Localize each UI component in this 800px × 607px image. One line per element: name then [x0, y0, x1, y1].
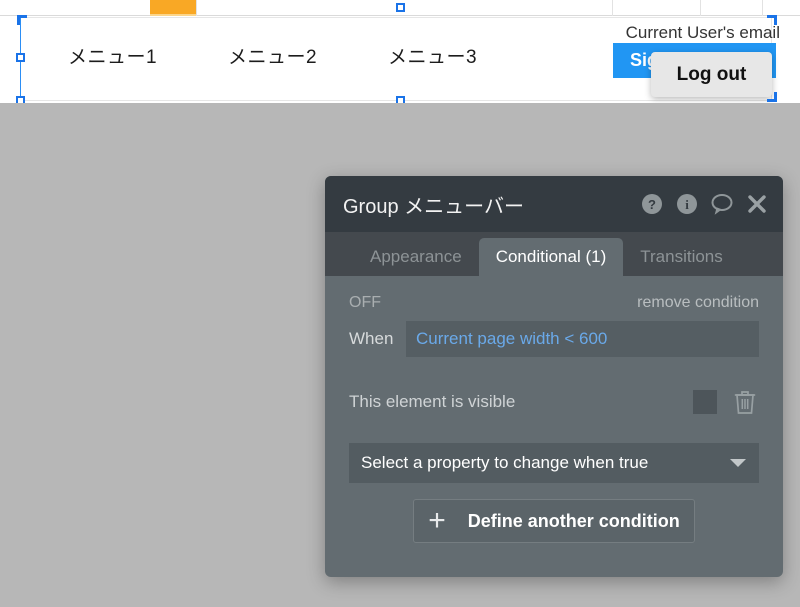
visible-checkbox[interactable]	[693, 390, 717, 414]
canvas-menu-item-3[interactable]: メニュー3	[388, 42, 477, 69]
when-row: When Current page width < 600	[349, 321, 759, 357]
property-select-dropdown[interactable]: Select a property to change when true	[349, 443, 759, 483]
info-icon[interactable]: i	[676, 193, 698, 215]
chevron-down-icon	[730, 459, 746, 467]
screen-root: メニュー1 メニュー2 メニュー3 Current User's email S…	[0, 0, 800, 607]
property-select-label: Select a property to change when true	[361, 453, 649, 472]
help-icon[interactable]: ?	[641, 193, 663, 215]
panel-tabs: Appearance Conditional (1) Transitions	[325, 232, 783, 276]
panel-header-icons: ? i	[641, 193, 767, 215]
remove-condition-link[interactable]: remove condition	[637, 294, 759, 312]
ruler-tick	[612, 0, 613, 16]
design-canvas: メニュー1 メニュー2 メニュー3 Current User's email S…	[0, 0, 800, 105]
when-label: When	[349, 329, 394, 348]
tab-appearance[interactable]: Appearance	[353, 238, 479, 276]
plus-icon: +	[428, 504, 446, 537]
ruler-tick	[762, 0, 763, 16]
visible-property-controls	[693, 389, 757, 415]
visible-property-row: This element is visible	[349, 389, 759, 415]
svg-text:i: i	[685, 197, 689, 212]
tab-transitions[interactable]: Transitions	[623, 238, 740, 276]
selection-handle-top-right[interactable]	[767, 15, 777, 25]
condition-toggle-row: OFF remove condition	[349, 290, 759, 316]
panel-body: OFF remove condition When Current page w…	[325, 276, 783, 577]
logout-popup[interactable]: Log out	[651, 52, 772, 97]
tab-conditional[interactable]: Conditional (1)	[478, 238, 624, 276]
ruler-tick	[196, 0, 197, 16]
comment-icon[interactable]	[711, 193, 734, 215]
define-another-condition-label: Define another condition	[467, 510, 680, 531]
property-editor-panel: Group メニューバー ? i Appearance Conditional …	[325, 176, 783, 577]
panel-header: Group メニューバー ? i	[325, 176, 783, 232]
ruler-tick	[700, 0, 701, 16]
element-marker-underline	[150, 14, 196, 16]
close-icon[interactable]	[747, 194, 767, 214]
selection-handle-bottom-right[interactable]	[767, 92, 777, 102]
visible-property-label: This element is visible	[349, 392, 516, 411]
selection-handle-middle-left[interactable]	[16, 53, 25, 62]
panel-title: Group メニューバー	[343, 195, 524, 218]
canvas-menu-item-2[interactable]: メニュー2	[228, 42, 317, 69]
selection-handle-top-center[interactable]	[396, 3, 405, 12]
selection-handle-top-left[interactable]	[17, 15, 27, 25]
canvas-menu-item-1[interactable]: メニュー1	[68, 42, 157, 69]
condition-state-label[interactable]: OFF	[349, 294, 381, 312]
trash-icon[interactable]	[733, 389, 757, 415]
svg-text:?: ?	[648, 197, 656, 212]
current-user-email-text: Current User's email	[625, 23, 780, 42]
element-marker[interactable]	[150, 0, 196, 14]
condition-expression-field[interactable]: Current page width < 600	[406, 321, 759, 357]
define-another-condition-button[interactable]: + Define another condition	[413, 499, 695, 543]
